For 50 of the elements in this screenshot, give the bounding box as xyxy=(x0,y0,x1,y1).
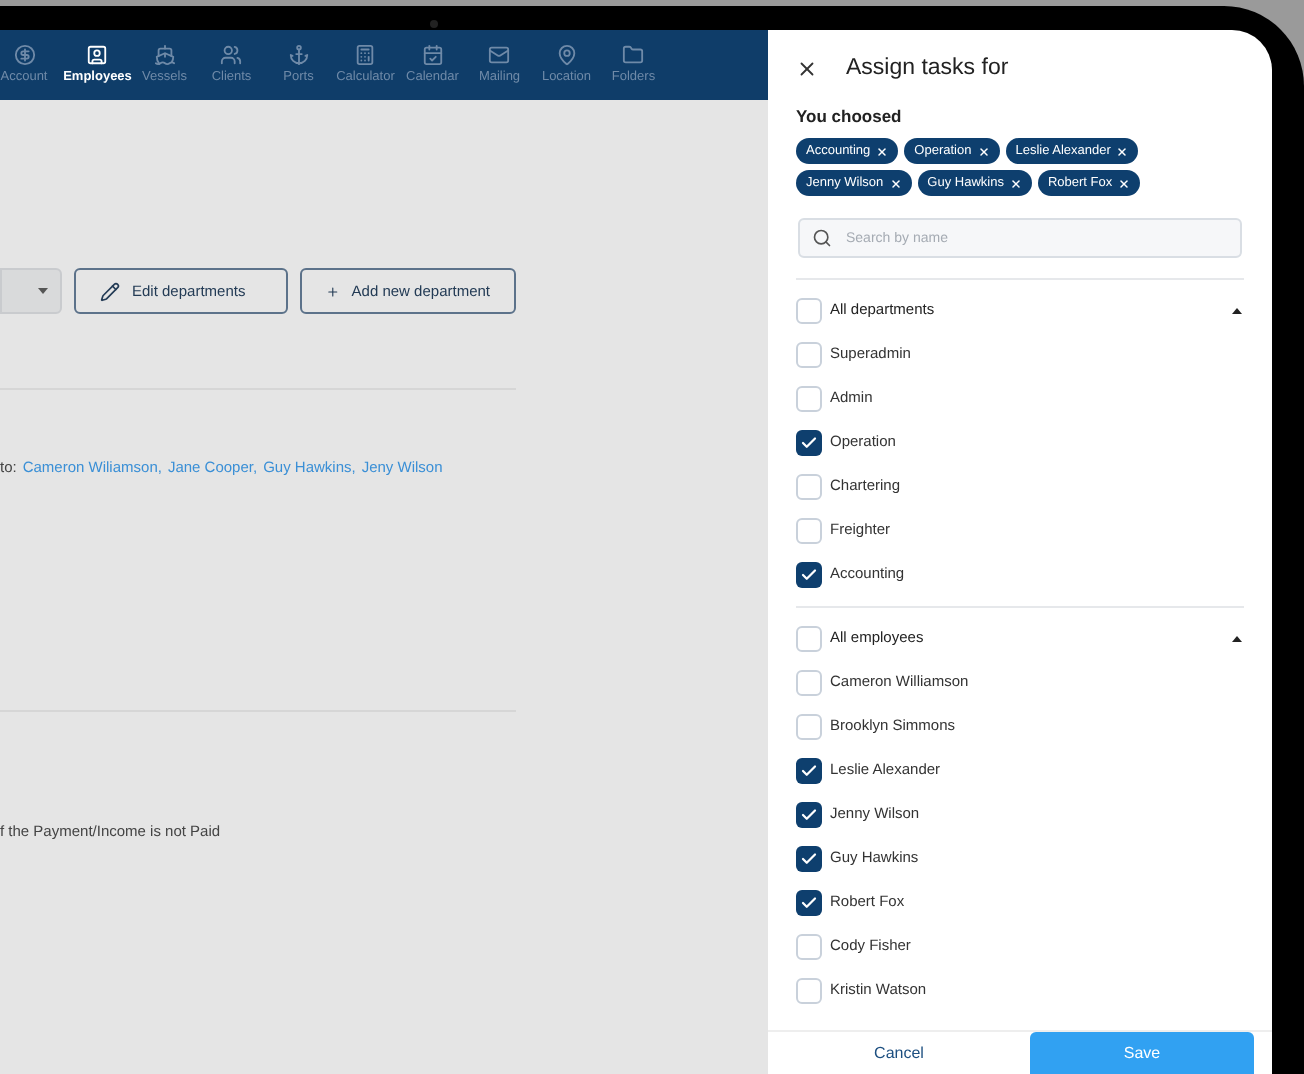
remove-icon[interactable] xyxy=(889,177,902,189)
checkbox[interactable] xyxy=(796,801,822,827)
checkbox[interactable] xyxy=(796,889,822,915)
checkbox[interactable] xyxy=(796,845,822,871)
check-icon xyxy=(800,761,818,779)
check-icon xyxy=(800,805,818,823)
collapse-icon[interactable] xyxy=(1232,307,1242,313)
remove-icon[interactable] xyxy=(977,145,990,157)
checkbox[interactable] xyxy=(796,933,822,959)
check-icon xyxy=(800,849,818,867)
users-icon xyxy=(220,44,243,66)
checkbox[interactable] xyxy=(796,341,822,367)
dollar-icon xyxy=(13,44,35,66)
checkbox[interactable] xyxy=(796,713,822,739)
remove-icon[interactable] xyxy=(1009,177,1022,189)
check-icon xyxy=(800,893,818,911)
checkbox[interactable] xyxy=(796,517,822,543)
collapse-icon[interactable] xyxy=(1232,635,1242,641)
save-button[interactable]: Save xyxy=(1030,1031,1254,1074)
checkbox[interactable] xyxy=(796,625,822,651)
checkbox[interactable] xyxy=(796,297,822,323)
checkbox[interactable] xyxy=(796,429,822,455)
checkbox[interactable] xyxy=(796,473,822,499)
checkbox[interactable] xyxy=(796,385,822,411)
mail-icon xyxy=(488,44,511,66)
check-icon xyxy=(800,565,818,583)
caret-icon xyxy=(38,288,48,294)
chosen-label: You choosed xyxy=(794,104,904,130)
checkbox[interactable] xyxy=(796,977,822,1003)
calculator-icon xyxy=(354,44,377,66)
checkbox[interactable] xyxy=(796,669,822,695)
calendar-icon xyxy=(421,44,444,66)
user-badge-icon xyxy=(86,44,109,66)
location-pin-icon xyxy=(555,44,578,66)
pencil-icon xyxy=(100,281,120,301)
anchor-icon xyxy=(287,44,310,66)
close-icon[interactable] xyxy=(796,58,818,81)
remove-icon[interactable] xyxy=(1116,145,1129,157)
search-icon xyxy=(812,228,832,248)
drawer-title: Assign tasks for xyxy=(846,54,1009,84)
checkbox[interactable] xyxy=(796,561,822,587)
remove-icon[interactable] xyxy=(876,145,889,157)
plus-icon xyxy=(326,281,340,301)
dropdown-field[interactable] xyxy=(0,268,62,314)
cancel-button[interactable]: Cancel xyxy=(768,1041,1030,1065)
folder-icon xyxy=(622,44,645,66)
ship-icon xyxy=(153,44,176,66)
check-icon xyxy=(800,433,818,451)
checkbox[interactable] xyxy=(796,757,822,783)
remove-icon[interactable] xyxy=(1118,177,1131,189)
